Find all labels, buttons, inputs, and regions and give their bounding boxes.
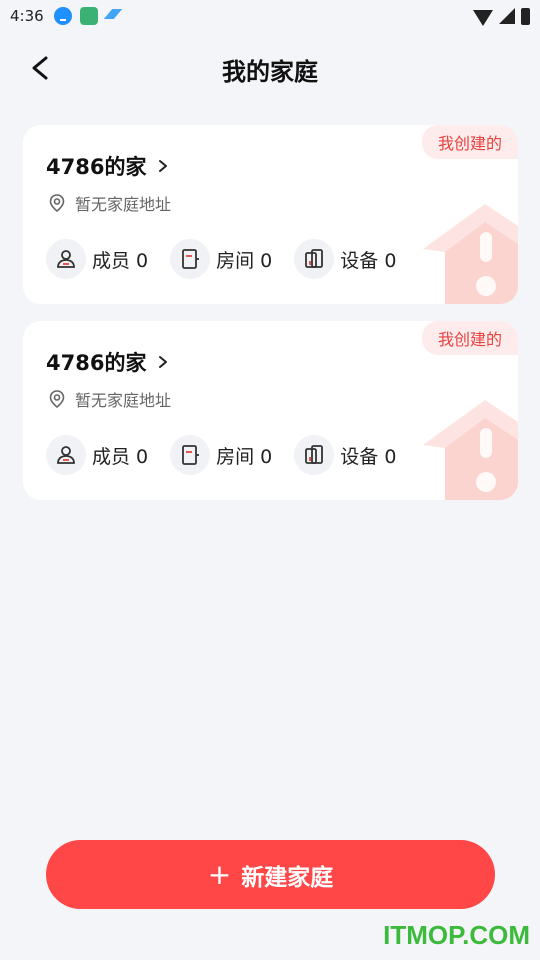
home-name-link[interactable]: 4786的家 xyxy=(46,347,170,377)
member-icon xyxy=(46,239,86,279)
address-row: 暂无家庭地址 xyxy=(47,191,171,215)
wifi-icon xyxy=(473,10,493,26)
devices-label: 设备 0 xyxy=(340,445,397,468)
chevron-right-icon xyxy=(159,356,168,368)
member-icon xyxy=(46,435,86,475)
stats-row: 成员 0 房间 0 设备 0 xyxy=(46,435,418,475)
house-decoration-icon xyxy=(423,400,518,500)
rooms-label: 房间 0 xyxy=(216,249,273,272)
address-row: 暂无家庭地址 xyxy=(47,387,171,411)
devices-stat[interactable]: 设备 0 xyxy=(294,435,396,475)
rooms-label: 房间 0 xyxy=(216,445,273,468)
devices-stat[interactable]: 设备 0 xyxy=(294,239,396,279)
signal-icon xyxy=(499,8,515,24)
new-home-label: 新建家庭 xyxy=(241,864,334,891)
rooms-stat[interactable]: 房间 0 xyxy=(170,239,272,279)
app-notification-icon xyxy=(79,7,98,25)
home-card[interactable]: 我创建的 4786的家 暂无家庭地址 成员 0 房间 0 设备 0 xyxy=(23,321,518,500)
home-name: 4786的家 xyxy=(46,155,147,179)
created-by-me-badge: 我创建的 xyxy=(422,321,518,355)
members-stat[interactable]: 成员 0 xyxy=(46,239,148,279)
members-label: 成员 0 xyxy=(92,249,149,272)
room-door-icon xyxy=(170,435,211,475)
app-header: 我的家庭 xyxy=(0,40,540,96)
watermark: ITMOP.COM xyxy=(383,920,530,950)
members-stat[interactable]: 成员 0 xyxy=(46,435,148,475)
home-name-link[interactable]: 4786的家 xyxy=(46,151,170,181)
stats-row: 成员 0 房间 0 设备 0 xyxy=(46,239,418,279)
new-home-button[interactable]: + 新建家庭 xyxy=(46,840,495,909)
status-bar: 4:36 xyxy=(0,0,540,32)
home-card[interactable]: 我创建的 4786的家 暂无家庭地址 成员 0 房间 0 设备 0 xyxy=(23,125,518,304)
plus-icon: + xyxy=(207,858,232,891)
location-pin-icon xyxy=(49,194,65,213)
location-pin-icon xyxy=(49,390,65,409)
home-name: 4786的家 xyxy=(46,351,147,375)
house-decoration-icon xyxy=(423,204,518,304)
devices-label: 设备 0 xyxy=(340,249,397,272)
battery-icon xyxy=(521,7,530,25)
members-label: 成员 0 xyxy=(92,445,149,468)
flutter-notification-icon xyxy=(106,7,122,25)
device-icon xyxy=(294,239,335,279)
status-indicators xyxy=(473,6,530,26)
chevron-right-icon xyxy=(159,160,168,172)
address-text: 暂无家庭地址 xyxy=(75,391,172,410)
device-icon xyxy=(294,435,335,475)
status-time: 4:36 xyxy=(10,7,44,25)
created-by-me-badge: 我创建的 xyxy=(422,125,518,159)
address-text: 暂无家庭地址 xyxy=(75,195,172,214)
download-notification-icon xyxy=(53,7,72,25)
rooms-stat[interactable]: 房间 0 xyxy=(170,435,272,475)
page-title: 我的家庭 xyxy=(222,58,318,86)
room-door-icon xyxy=(170,239,211,279)
